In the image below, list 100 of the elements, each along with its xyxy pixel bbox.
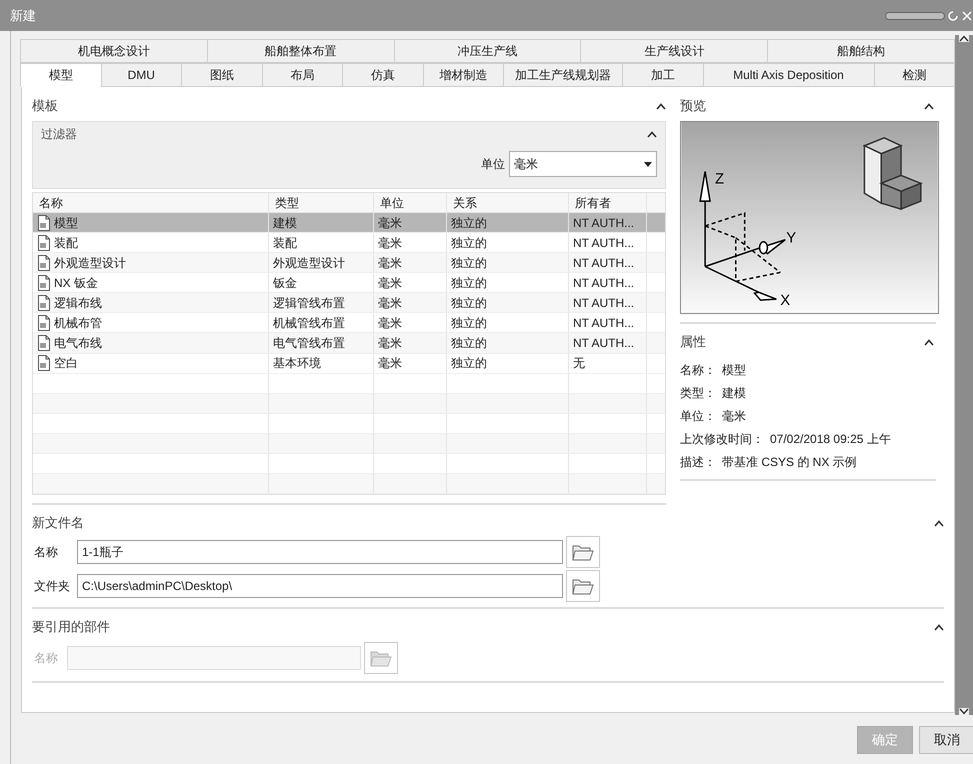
- tab[interactable]: 船舶整体布置: [206, 39, 395, 63]
- collapse-icon[interactable]: [647, 130, 657, 138]
- property-label: 上次修改时间：: [680, 430, 764, 448]
- table-cell-text: NT AUTH...: [573, 334, 634, 352]
- scroll-down-icon[interactable]: [959, 708, 969, 715]
- tab[interactable]: 检测: [874, 63, 955, 87]
- input-field[interactable]: 1-1瓶子: [77, 540, 563, 564]
- tab[interactable]: 图纸: [181, 63, 262, 87]
- input-field[interactable]: C:\Users\adminPC\Desktop\: [77, 574, 563, 598]
- table-row[interactable]: 模型 建模 毫米 独立的 NT AUTH...: [33, 213, 665, 234]
- collapse-icon[interactable]: [924, 338, 934, 346]
- table-cell-text: 毫米: [378, 254, 402, 272]
- window-title: 新建: [10, 6, 36, 25]
- axis-label: Z: [715, 171, 724, 188]
- table-cell-text: 建模: [273, 214, 297, 232]
- table-cell-text: 独立的: [451, 355, 487, 372]
- collapse-icon[interactable]: [924, 102, 934, 110]
- field-label: 名称: [34, 650, 59, 667]
- collapse-icon[interactable]: [656, 102, 666, 110]
- table-cell-text: 逻辑布线: [54, 294, 102, 312]
- step-block-icon: [862, 137, 923, 210]
- browse-folder-button[interactable]: [566, 536, 600, 568]
- table-cell-text: 钣金: [273, 274, 297, 292]
- section-title: 新文件名: [32, 514, 84, 532]
- tab[interactable]: 加工生产线规划器: [503, 63, 623, 87]
- table-cell-text: 毫米: [378, 314, 402, 332]
- tab[interactable]: DMU: [100, 63, 182, 87]
- table-cell-text: 逻辑管线布置: [273, 294, 345, 312]
- file-icon: [37, 314, 51, 331]
- property-label: 类型：: [680, 384, 716, 402]
- axis-label: X: [780, 293, 790, 310]
- field-label: 文件夹: [34, 578, 71, 595]
- table-cell-text: NT AUTH...: [573, 274, 634, 292]
- table-row[interactable]: 外观造型设计 外观造型设计 毫米 独立的 NT AUTH...: [33, 253, 665, 274]
- tab[interactable]: 增材制造: [422, 63, 504, 87]
- table-cell-text: 毫米: [378, 234, 402, 252]
- table-row[interactable]: 逻辑布线 逻辑管线布置 毫米 独立的 NT AUTH...: [33, 293, 665, 314]
- table-cell-text: 模型: [54, 214, 78, 232]
- filter-title: 过滤器: [41, 126, 77, 143]
- table-cell-text: 外观造型设计: [273, 254, 345, 272]
- column-header[interactable]: 单位: [374, 193, 447, 212]
- property-value: 带基准 CSYS 的 NX 示例: [722, 454, 857, 470]
- table-cell-text: 独立的: [451, 334, 487, 352]
- column-header[interactable]: 所有者: [569, 193, 647, 212]
- table-row[interactable]: 空白 基本环境 毫米 独立的 无: [33, 354, 665, 374]
- collapse-icon[interactable]: [934, 624, 944, 630]
- table-cell-text: 独立的: [451, 294, 487, 312]
- unit-label: 单位: [481, 156, 505, 173]
- table-cell-text: 独立的: [451, 234, 487, 252]
- tab[interactable]: 船舶结构: [767, 39, 955, 63]
- column-header[interactable]: 类型: [269, 193, 374, 212]
- table-cell-text: 独立的: [451, 254, 487, 272]
- table-cell-text: 基本环境: [273, 355, 321, 372]
- scroll-up-icon[interactable]: [959, 35, 969, 42]
- table-cell-text: 独立的: [451, 314, 487, 332]
- tab[interactable]: 机电概念设计: [20, 39, 208, 63]
- column-header[interactable]: 关系: [447, 193, 569, 212]
- column-header[interactable]: 名称: [33, 193, 269, 212]
- table-cell-text: 毫米: [378, 274, 402, 292]
- refresh-icon[interactable]: [947, 10, 959, 22]
- table-cell-text: 装配: [273, 234, 297, 252]
- property-value: 建模: [722, 384, 746, 402]
- table-cell-text: NX 钣金: [54, 274, 98, 292]
- table-cell-text: 电气布线: [54, 334, 102, 352]
- section-title: 属性: [680, 333, 706, 352]
- table-cell-text: 外观造型设计: [54, 254, 126, 272]
- tab[interactable]: 生产线设计: [580, 39, 768, 63]
- file-icon: [37, 254, 51, 271]
- table-cell-text: NT AUTH...: [573, 294, 634, 312]
- collapse-icon[interactable]: [934, 520, 944, 526]
- browse-folder-button[interactable]: [566, 570, 600, 602]
- tab[interactable]: 加工: [622, 63, 704, 87]
- table-row[interactable]: 电气布线 电气管线布置 毫米 独立的 NT AUTH...: [33, 333, 665, 354]
- table-cell-text: NT AUTH...: [573, 254, 634, 272]
- file-icon: [37, 234, 51, 251]
- tab[interactable]: 冲压生产线: [394, 39, 582, 63]
- tab[interactable]: 仿真: [342, 63, 424, 87]
- table-cell-text: NT AUTH...: [573, 314, 634, 332]
- section-title: 要引用的部件: [32, 618, 110, 636]
- table-cell-text: 独立的: [451, 214, 487, 232]
- property-value: 模型: [722, 362, 746, 378]
- tab[interactable]: 布局: [262, 63, 343, 87]
- tab[interactable]: 模型: [20, 63, 102, 87]
- field-label: 名称: [34, 544, 59, 561]
- tab[interactable]: Multi Axis Deposition: [702, 63, 874, 87]
- table-cell-text: 毫米: [378, 334, 402, 352]
- dropdown-caret-icon: [644, 162, 652, 166]
- progress-indicator: [885, 12, 945, 20]
- close-icon[interactable]: [961, 10, 973, 22]
- dialog-button[interactable]: 取消: [919, 726, 973, 754]
- table-cell-text: 毫米: [378, 214, 402, 232]
- scrollbar[interactable]: [955, 35, 973, 715]
- file-icon: [37, 334, 51, 351]
- unit-dropdown[interactable]: 毫米: [509, 151, 657, 177]
- property-label: 单位：: [680, 408, 716, 424]
- table-cell-text: 机械布管: [54, 314, 102, 332]
- property-value: 毫米: [722, 408, 746, 424]
- file-icon: [37, 294, 51, 311]
- property-label: 描述：: [680, 454, 716, 470]
- table-cell-text: 机械管线布置: [273, 314, 345, 332]
